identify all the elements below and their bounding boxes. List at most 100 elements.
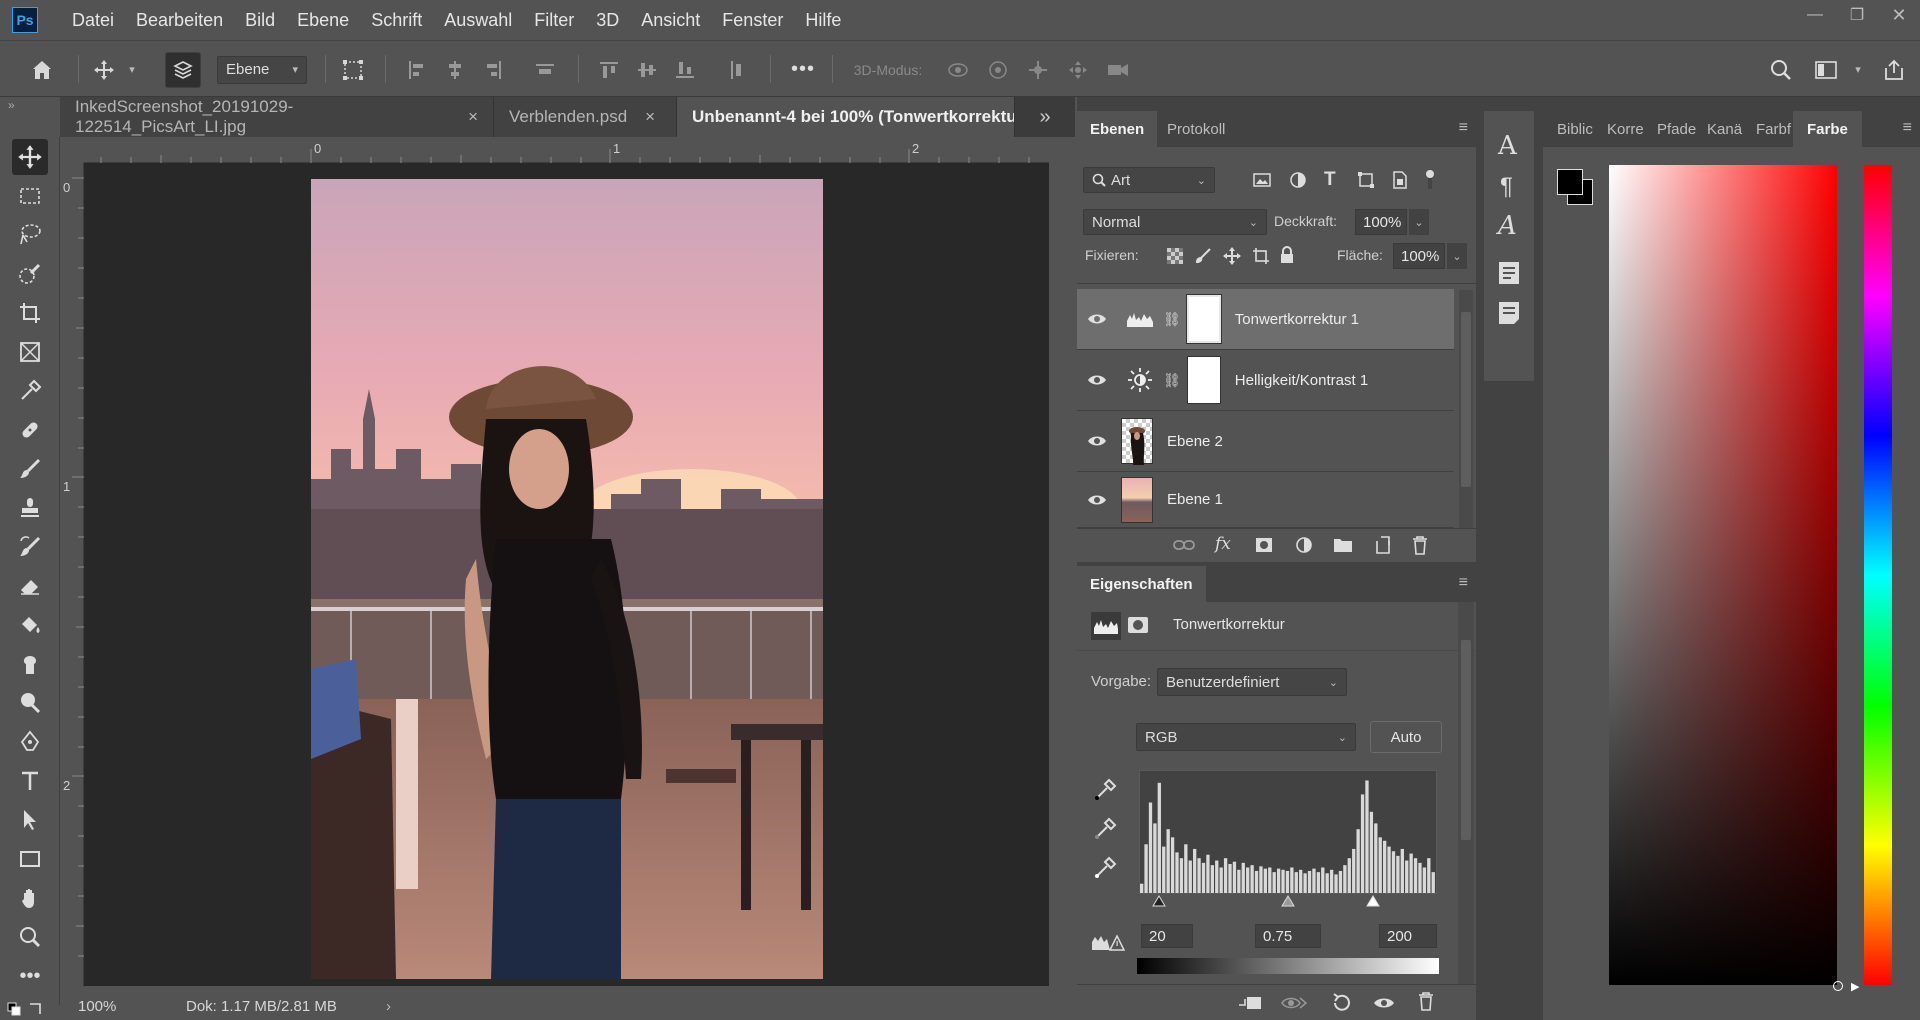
document-canvas-image[interactable]	[311, 179, 823, 979]
transform-controls-icon[interactable]	[338, 41, 368, 98]
auto-select-target-dropdown[interactable]: Ebene ▾	[217, 55, 307, 84]
frame-tool-icon[interactable]	[12, 334, 48, 370]
tab-protokoll[interactable]: Protokoll	[1154, 111, 1238, 147]
hue-slider[interactable]	[1864, 165, 1892, 985]
filter-toggle[interactable]	[1425, 169, 1435, 189]
layer-thumbnail[interactable]	[1121, 418, 1153, 465]
new-layer-icon[interactable]	[1373, 536, 1391, 554]
input-gamma-field[interactable]: 0.75	[1255, 924, 1321, 948]
align-left-icon[interactable]	[402, 41, 432, 98]
new-adjustment-layer-icon[interactable]	[1295, 536, 1313, 554]
character-styles-icon[interactable]	[1498, 261, 1520, 285]
gray-point-eyedropper-icon[interactable]	[1093, 817, 1117, 841]
rectangle-tool-icon[interactable]	[12, 841, 48, 877]
edit-toolbar-icon[interactable]: •••	[12, 958, 48, 994]
menu-bild[interactable]: Bild	[234, 10, 286, 31]
workspace-icon[interactable]	[1810, 41, 1842, 98]
crop-tool-icon[interactable]	[12, 295, 48, 331]
align-right-icon[interactable]	[478, 41, 508, 98]
align-bottom-icon[interactable]	[670, 41, 700, 98]
tab-unbenannt-4[interactable]: Unbenannt-4 bei 100% (Tonwertkorrektu	[677, 97, 1015, 137]
layer-row-tonwertkorrektur-1[interactable]: ⛓ Tonwertkorrektur 1	[1077, 289, 1454, 350]
layer-thumbnail[interactable]	[1121, 476, 1153, 523]
3d-roll-icon[interactable]	[984, 41, 1012, 98]
link-layers-icon[interactable]	[1173, 537, 1195, 553]
menu-ansicht[interactable]: Ansicht	[630, 10, 711, 31]
input-white-field[interactable]: 200	[1379, 924, 1437, 948]
paragraph-styles-icon[interactable]	[1498, 301, 1520, 325]
menu-bearbeiten[interactable]: Bearbeiten	[125, 10, 234, 31]
filter-type-icon[interactable]: T	[1324, 169, 1336, 191]
menu-datei[interactable]: Datei	[61, 10, 125, 31]
glyphs-panel-icon[interactable]: A	[1498, 211, 1517, 241]
delete-layer-icon[interactable]	[1411, 535, 1429, 555]
white-point-eyedropper-icon[interactable]	[1093, 856, 1117, 880]
marquee-tool-icon[interactable]	[12, 178, 48, 214]
filter-pixel-icon[interactable]	[1253, 171, 1271, 189]
new-group-icon[interactable]	[1333, 537, 1353, 553]
lock-all-icon[interactable]	[1279, 246, 1295, 264]
toggle-visibility-icon[interactable]	[1373, 993, 1395, 1013]
brush-tool-icon[interactable]	[12, 451, 48, 487]
search-icon[interactable]	[1766, 41, 1796, 98]
black-point-eyedropper-icon[interactable]	[1093, 778, 1117, 802]
blend-mode-dropdown[interactable]: Normal ⌄	[1083, 209, 1267, 235]
clone-stamp-tool-icon[interactable]	[12, 490, 48, 526]
menu-filter[interactable]: Filter	[523, 10, 585, 31]
chevron-down-icon[interactable]: ⌄	[1447, 243, 1467, 269]
eyedropper-tool-icon[interactable]	[12, 373, 48, 409]
lock-pixels-icon[interactable]	[1195, 248, 1211, 264]
distribute-vertical-icon[interactable]	[722, 41, 752, 98]
layer-filter-dropdown[interactable]: Art ⌄	[1083, 167, 1215, 193]
3d-camera-icon[interactable]	[1104, 41, 1132, 98]
input-levels-slider[interactable]	[1139, 894, 1437, 908]
delete-adjustment-icon[interactable]	[1417, 991, 1435, 1011]
link-icon[interactable]: ⛓	[1163, 311, 1181, 328]
path-selection-tool-icon[interactable]	[12, 802, 48, 838]
clip-to-layer-icon[interactable]	[1237, 993, 1263, 1013]
foreground-color-swatch[interactable]	[1557, 169, 1583, 195]
menu-auswahl[interactable]: Auswahl	[433, 10, 523, 31]
link-icon[interactable]: ⛓	[1163, 372, 1181, 389]
tab-overflow-icon[interactable]: »	[1015, 97, 1075, 137]
dodge-tool-icon[interactable]	[12, 685, 48, 721]
paint-bucket-tool-icon[interactable]	[12, 607, 48, 643]
default-colors-icon[interactable]	[6, 1000, 46, 1020]
layers-scrollbar[interactable]	[1459, 290, 1473, 528]
add-mask-icon[interactable]	[1255, 537, 1273, 553]
3d-slide-icon[interactable]	[1064, 41, 1092, 98]
home-icon[interactable]	[22, 41, 62, 98]
menu-ebene[interactable]: Ebene	[286, 10, 360, 31]
chevron-down-icon[interactable]: ⌄	[1409, 209, 1429, 235]
quick-selection-tool-icon[interactable]	[12, 256, 48, 292]
layer-row-helligkeit-kontrast-1[interactable]: ⛓ Helligkeit/Kontrast 1	[1077, 350, 1454, 411]
auto-select-icon[interactable]	[165, 41, 201, 98]
minimize-button[interactable]: —	[1794, 0, 1836, 30]
3d-pan-icon[interactable]	[1024, 41, 1052, 98]
color-field[interactable]	[1609, 165, 1837, 985]
fill-input[interactable]: 100%	[1393, 243, 1445, 269]
tab-eigenschaften[interactable]: Eigenschaften	[1077, 566, 1206, 602]
hand-tool-icon[interactable]	[12, 880, 48, 916]
menu-hilfe[interactable]: Hilfe	[794, 10, 852, 31]
layer-mask-thumbnail[interactable]	[1186, 356, 1221, 404]
close-button[interactable]: ✕	[1878, 0, 1920, 30]
levels-adjustment-icon[interactable]	[1091, 612, 1121, 640]
hue-slider-handle[interactable]: ▶	[1851, 980, 1859, 993]
close-icon[interactable]: ×	[645, 107, 655, 127]
collapse-toolbar-icon[interactable]: »	[8, 98, 15, 112]
panel-menu-icon[interactable]: ≡	[1459, 119, 1468, 137]
layer-row-ebene-2[interactable]: Ebene 2	[1077, 411, 1454, 472]
restore-button[interactable]: ❐	[1836, 0, 1878, 30]
align-center-icon[interactable]	[440, 41, 470, 98]
paragraph-panel-icon[interactable]: ¶	[1500, 173, 1513, 201]
zoom-tool-icon[interactable]	[12, 919, 48, 955]
panel-menu-icon[interactable]: ≡	[1903, 119, 1912, 137]
more-options-icon[interactable]: •••	[786, 41, 820, 98]
menu-schrift[interactable]: Schrift	[360, 10, 433, 31]
visibility-eye-icon[interactable]	[1087, 490, 1107, 510]
filter-adjustment-icon[interactable]	[1289, 171, 1307, 189]
auto-button[interactable]: Auto	[1370, 721, 1442, 753]
share-icon[interactable]	[1878, 41, 1910, 98]
chevron-down-icon[interactable]: ▾	[1850, 41, 1866, 98]
